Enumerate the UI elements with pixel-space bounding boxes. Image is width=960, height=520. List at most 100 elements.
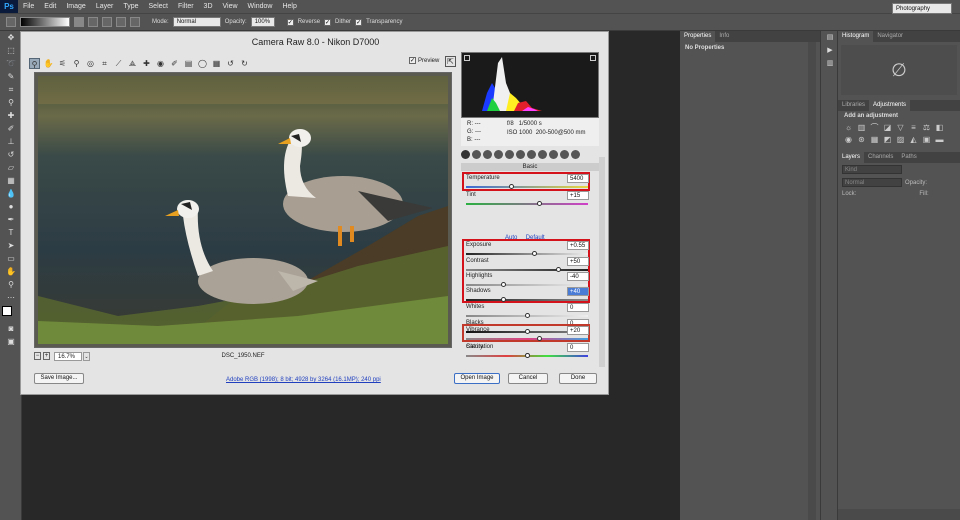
vibrance-thumb[interactable] (537, 336, 543, 341)
curves-icon[interactable]: ⌒ (870, 123, 879, 132)
hand-icon[interactable]: ✋ (43, 58, 54, 69)
history-brush-icon[interactable]: ↺ (4, 149, 18, 161)
tab-paths[interactable]: Paths (897, 152, 920, 163)
camera-calibration-icon[interactable] (538, 150, 547, 159)
vibrance-value[interactable]: +20 (567, 326, 589, 335)
tab-properties[interactable]: Properties (680, 31, 716, 42)
contrast-value[interactable]: +50 (567, 257, 589, 266)
diamond-gradient-icon[interactable] (130, 17, 140, 27)
highlight-clip-icon[interactable] (590, 55, 596, 61)
threshold-icon[interactable]: ◭ (909, 135, 918, 144)
done-button[interactable]: Done (559, 373, 597, 384)
spot-removal-icon[interactable]: ✚ (141, 58, 152, 69)
invert-icon[interactable]: ◩ (883, 135, 892, 144)
transparency-checkbox[interactable]: ✓ (355, 18, 363, 26)
tab-channels[interactable]: Channels (864, 152, 897, 163)
snapshots-icon[interactable] (560, 150, 569, 159)
straighten-icon[interactable]: ⟋ (113, 58, 124, 69)
gradient-map-icon[interactable]: ▬ (935, 135, 944, 144)
targeted-adjust-icon[interactable]: ◎ (85, 58, 96, 69)
exposure-slider[interactable] (466, 251, 588, 256)
color-lookup-icon[interactable]: ▦ (870, 135, 879, 144)
exposure-icon[interactable]: ◪ (883, 123, 892, 132)
radial-filter-icon[interactable]: ◯ (197, 58, 208, 69)
color-swatches[interactable] (2, 306, 20, 322)
move-tool-icon[interactable]: ✥ (4, 32, 18, 44)
vibrance-slider[interactable] (466, 336, 588, 341)
save-image-button[interactable]: Save Image... (34, 373, 84, 384)
shadow-clip-icon[interactable] (464, 55, 470, 61)
zoom-icon[interactable]: ⚲ (29, 57, 40, 69)
shadows-thumb[interactable] (500, 297, 506, 302)
tab-info[interactable]: Info (715, 31, 733, 42)
eyedropper-tool-icon[interactable]: ⚲ (4, 97, 18, 109)
dither-checkbox[interactable]: ✓ (324, 18, 332, 26)
whites-thumb[interactable] (525, 313, 530, 318)
type-tool-icon[interactable]: T (4, 227, 18, 239)
temperature-slider[interactable] (466, 184, 588, 189)
tint-thumb[interactable] (537, 201, 543, 206)
reflected-gradient-icon[interactable] (116, 17, 126, 27)
red-eye-icon[interactable]: ◉ (155, 58, 166, 69)
eraser-tool-icon[interactable]: ▱ (4, 162, 18, 174)
tool-preset-icon[interactable] (6, 17, 16, 27)
crop-icon[interactable]: ⌗ (99, 58, 110, 69)
exposure-value[interactable]: +0.55 (567, 241, 589, 250)
tint-value[interactable]: +15 (567, 191, 589, 200)
whites-slider[interactable] (466, 313, 588, 318)
hue-sat-icon[interactable]: ≡ (909, 123, 918, 132)
lasso-tool-icon[interactable]: ➰ (4, 58, 18, 70)
clone-stamp-icon[interactable]: ⊥ (4, 136, 18, 148)
history-panel-icon[interactable]: ▤ (823, 32, 837, 44)
graduated-filter-icon[interactable]: ▤ (183, 58, 194, 69)
posterize-icon[interactable]: ▨ (896, 135, 905, 144)
saturation-slider[interactable] (466, 353, 588, 358)
menu-3d[interactable]: 3D (199, 3, 218, 10)
angle-gradient-icon[interactable] (102, 17, 112, 27)
color-balance-icon[interactable]: ⚖ (922, 123, 931, 132)
pen-tool-icon[interactable]: ✒ (4, 214, 18, 226)
preview-checkbox[interactable]: ✓ (409, 57, 416, 64)
rotate-left-icon[interactable]: ↺ (225, 58, 236, 69)
layer-filter-select[interactable]: Kind (842, 165, 902, 174)
color-sampler-icon[interactable]: ⚲ (71, 58, 82, 69)
tone-curve-icon[interactable] (472, 150, 481, 159)
workflow-options-link[interactable]: Adobe RGB (1998); 8 bit; 4928 by 3264 (1… (226, 377, 381, 383)
tint-slider[interactable] (466, 201, 588, 206)
menu-help[interactable]: Help (277, 3, 301, 10)
zoom-tool-icon[interactable]: ⚲ (4, 279, 18, 291)
lens-corrections-icon[interactable] (516, 150, 525, 159)
menu-view[interactable]: View (218, 3, 243, 10)
fullscreen-icon[interactable]: ⇱ (445, 56, 456, 67)
transform-icon[interactable]: ⟁ (127, 58, 138, 69)
exposure-thumb[interactable] (532, 251, 538, 256)
dodge-tool-icon[interactable]: ● (4, 201, 18, 213)
gradient-tool-icon[interactable]: ▦ (4, 175, 18, 187)
opacity-input[interactable]: 100% (250, 17, 275, 27)
menu-type[interactable]: Type (118, 3, 143, 10)
healing-brush-icon[interactable]: ✚ (4, 110, 18, 122)
vibrance-icon[interactable]: ▽ (896, 123, 905, 132)
hand-tool-icon[interactable]: ✋ (4, 266, 18, 278)
contrast-slider[interactable] (466, 267, 588, 272)
shadows-value[interactable]: +40 (567, 287, 589, 296)
menu-edit[interactable]: Edit (39, 3, 61, 10)
cancel-button[interactable]: Cancel (508, 373, 548, 384)
tab-histogram[interactable]: Histogram (838, 31, 874, 42)
linear-gradient-icon[interactable] (74, 17, 84, 27)
levels-icon[interactable]: ▥ (857, 123, 866, 132)
menu-layer[interactable]: Layer (91, 3, 119, 10)
tab-layers[interactable]: Layers (838, 152, 865, 163)
rotate-right-icon[interactable]: ↻ (239, 58, 250, 69)
menu-image[interactable]: Image (61, 3, 90, 10)
white-balance-icon[interactable]: ⚟ (57, 58, 68, 69)
gradient-preview[interactable] (20, 17, 70, 27)
mode-select[interactable]: Normal (172, 17, 221, 27)
shape-tool-icon[interactable]: ▭ (4, 253, 18, 265)
properties-scrollbar[interactable] (808, 42, 816, 520)
tab-navigator[interactable]: Navigator (873, 31, 907, 42)
split-toning-icon[interactable] (505, 150, 514, 159)
temperature-value[interactable]: 5400 (567, 174, 589, 183)
black-white-icon[interactable]: ◧ (935, 123, 944, 132)
channel-mixer-icon[interactable]: ⊛ (857, 135, 866, 144)
